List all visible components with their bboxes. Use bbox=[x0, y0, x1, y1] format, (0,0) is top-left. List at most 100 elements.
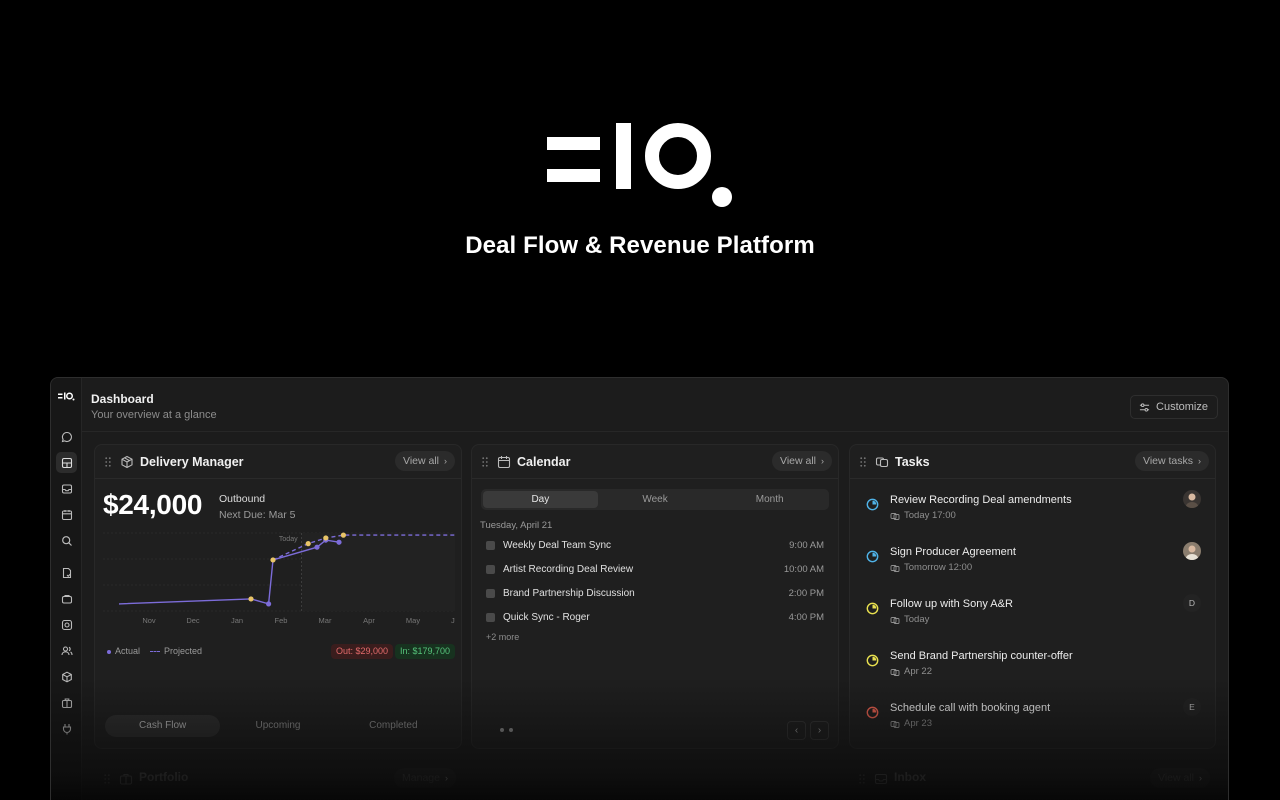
card-title: Calendar bbox=[517, 455, 571, 469]
contract-icon[interactable] bbox=[56, 562, 77, 583]
plug-icon[interactable] bbox=[56, 718, 77, 739]
tab-week[interactable]: Week bbox=[598, 491, 713, 508]
inbox-icon[interactable] bbox=[56, 478, 77, 499]
task-item[interactable]: Sign Producer Agreement Tomorrow 12:00 bbox=[866, 542, 1201, 580]
tab-upcoming[interactable]: Upcoming bbox=[220, 715, 335, 737]
drag-handle-icon[interactable] bbox=[859, 774, 865, 784]
task-item[interactable]: Send Brand Partnership counter-offer Apr … bbox=[866, 650, 1201, 684]
drag-handle-icon[interactable] bbox=[105, 457, 111, 467]
sidebar-logo[interactable] bbox=[58, 392, 75, 401]
customize-button[interactable]: Customize bbox=[1130, 395, 1218, 419]
card-header: Delivery Manager View all › bbox=[95, 445, 461, 479]
x-tick-label: May bbox=[406, 616, 420, 625]
task-status-icon[interactable] bbox=[866, 706, 879, 719]
event-icon bbox=[486, 612, 495, 622]
assignee-initial[interactable]: E bbox=[1183, 698, 1201, 716]
event-title: Artist Recording Deal Review bbox=[503, 563, 634, 575]
outbound-amount: $24,000 bbox=[103, 489, 203, 520]
chart-legend: Actual Projected bbox=[107, 646, 202, 656]
view-all-button[interactable]: View all › bbox=[1150, 768, 1210, 788]
view-all-button[interactable]: View all › bbox=[395, 451, 455, 471]
event-icon bbox=[486, 564, 495, 574]
future-region bbox=[301, 533, 455, 611]
chevron-right-icon: › bbox=[821, 456, 824, 466]
task-due: Apr 22 bbox=[890, 666, 932, 677]
briefcase-icon[interactable] bbox=[56, 692, 77, 713]
event-time: 2:00 PM bbox=[788, 587, 824, 599]
tab-cash-flow[interactable]: Cash Flow bbox=[105, 715, 221, 737]
tab-completed[interactable]: Completed bbox=[336, 715, 451, 737]
task-item[interactable]: Review Recording Deal amendments Today 17… bbox=[866, 490, 1201, 528]
camera-icon[interactable] bbox=[56, 614, 77, 635]
assignee-avatar[interactable] bbox=[1183, 490, 1201, 508]
chevron-right-icon: › bbox=[1198, 456, 1201, 466]
chat-icon[interactable] bbox=[56, 426, 77, 447]
more-events-link[interactable]: +2 more bbox=[486, 632, 519, 642]
customize-label: Customize bbox=[1156, 401, 1208, 413]
manage-button[interactable]: Manage › bbox=[394, 768, 456, 788]
task-status-icon[interactable] bbox=[866, 550, 879, 563]
briefcase-icon bbox=[119, 773, 133, 785]
view-tasks-label: View tasks bbox=[1143, 455, 1193, 467]
package-icon[interactable] bbox=[56, 666, 77, 687]
brand-logo bbox=[547, 123, 732, 207]
assignee-initial[interactable]: D bbox=[1183, 594, 1201, 612]
calendar-view-tabs: Day Week Month bbox=[481, 489, 829, 510]
drag-handle-icon[interactable] bbox=[104, 774, 110, 784]
event-title: Brand Partnership Discussion bbox=[503, 587, 635, 599]
sidebar bbox=[51, 378, 82, 800]
data-point bbox=[340, 532, 346, 538]
x-tick-label: Jun bbox=[451, 616, 455, 625]
drag-handle-icon[interactable] bbox=[860, 457, 866, 467]
view-tasks-button[interactable]: View tasks › bbox=[1135, 451, 1209, 471]
task-item[interactable]: Schedule call with booking agent Apr 23 E bbox=[866, 698, 1201, 736]
today-label: Today bbox=[279, 536, 298, 543]
calendar-event[interactable]: Quick Sync - Roger 4:00 PM bbox=[486, 610, 824, 624]
folder-icon[interactable] bbox=[56, 588, 77, 609]
task-status-icon[interactable] bbox=[866, 654, 879, 667]
deal-icon bbox=[890, 512, 900, 520]
prev-button[interactable]: ‹ bbox=[787, 721, 806, 740]
x-tick-label: Apr bbox=[363, 616, 375, 625]
deal-icon bbox=[890, 616, 900, 624]
task-due: Today bbox=[890, 614, 929, 625]
data-point bbox=[270, 557, 276, 563]
pagination-dots[interactable] bbox=[500, 728, 513, 732]
view-all-button[interactable]: View all › bbox=[772, 451, 832, 471]
task-status-icon[interactable] bbox=[866, 602, 879, 615]
calendar-icon bbox=[497, 456, 511, 469]
task-due: Apr 23 bbox=[890, 718, 932, 729]
tab-month[interactable]: Month bbox=[712, 491, 827, 508]
card-header: Calendar View all › bbox=[472, 445, 838, 479]
event-time: 10:00 AM bbox=[783, 563, 824, 575]
task-item[interactable]: Follow up with Sony A&R Today D bbox=[866, 594, 1201, 632]
calendar-event[interactable]: Weekly Deal Team Sync 9:00 AM bbox=[486, 538, 824, 552]
task-status-icon[interactable] bbox=[866, 498, 879, 511]
delivery-tabs: Cash Flow Upcoming Completed bbox=[105, 715, 451, 737]
outflow-badge: Out: $29,000 bbox=[331, 644, 394, 659]
tasks-icon bbox=[875, 457, 889, 468]
users-icon[interactable] bbox=[56, 640, 77, 661]
header-divider bbox=[82, 431, 1228, 432]
event-time: 4:00 PM bbox=[788, 611, 824, 623]
next-button[interactable]: › bbox=[810, 721, 829, 740]
search-icon[interactable] bbox=[56, 530, 77, 551]
data-point bbox=[305, 541, 311, 547]
legend-projected: Projected bbox=[150, 646, 202, 656]
drag-handle-icon[interactable] bbox=[482, 457, 488, 467]
calendar-event[interactable]: Artist Recording Deal Review 10:00 AM bbox=[486, 562, 824, 576]
dashboard-icon[interactable] bbox=[56, 452, 77, 473]
calendar-event[interactable]: Brand Partnership Discussion 2:00 PM bbox=[486, 586, 824, 600]
calendar-icon[interactable] bbox=[56, 504, 77, 525]
x-tick-label: Mar bbox=[319, 616, 332, 625]
card-title: Delivery Manager bbox=[140, 455, 244, 469]
assignee-avatar[interactable] bbox=[1183, 542, 1201, 560]
event-icon bbox=[486, 540, 495, 550]
x-tick-label: Jan bbox=[231, 616, 243, 625]
outbound-label: Outbound bbox=[219, 493, 266, 505]
task-title: Follow up with Sony A&R bbox=[890, 598, 1013, 610]
tab-day[interactable]: Day bbox=[483, 491, 598, 508]
hero-tagline: Deal Flow & Revenue Platform bbox=[465, 232, 815, 259]
event-title: Quick Sync - Roger bbox=[503, 611, 590, 623]
inbox-card: Inbox View all › bbox=[849, 760, 1216, 800]
